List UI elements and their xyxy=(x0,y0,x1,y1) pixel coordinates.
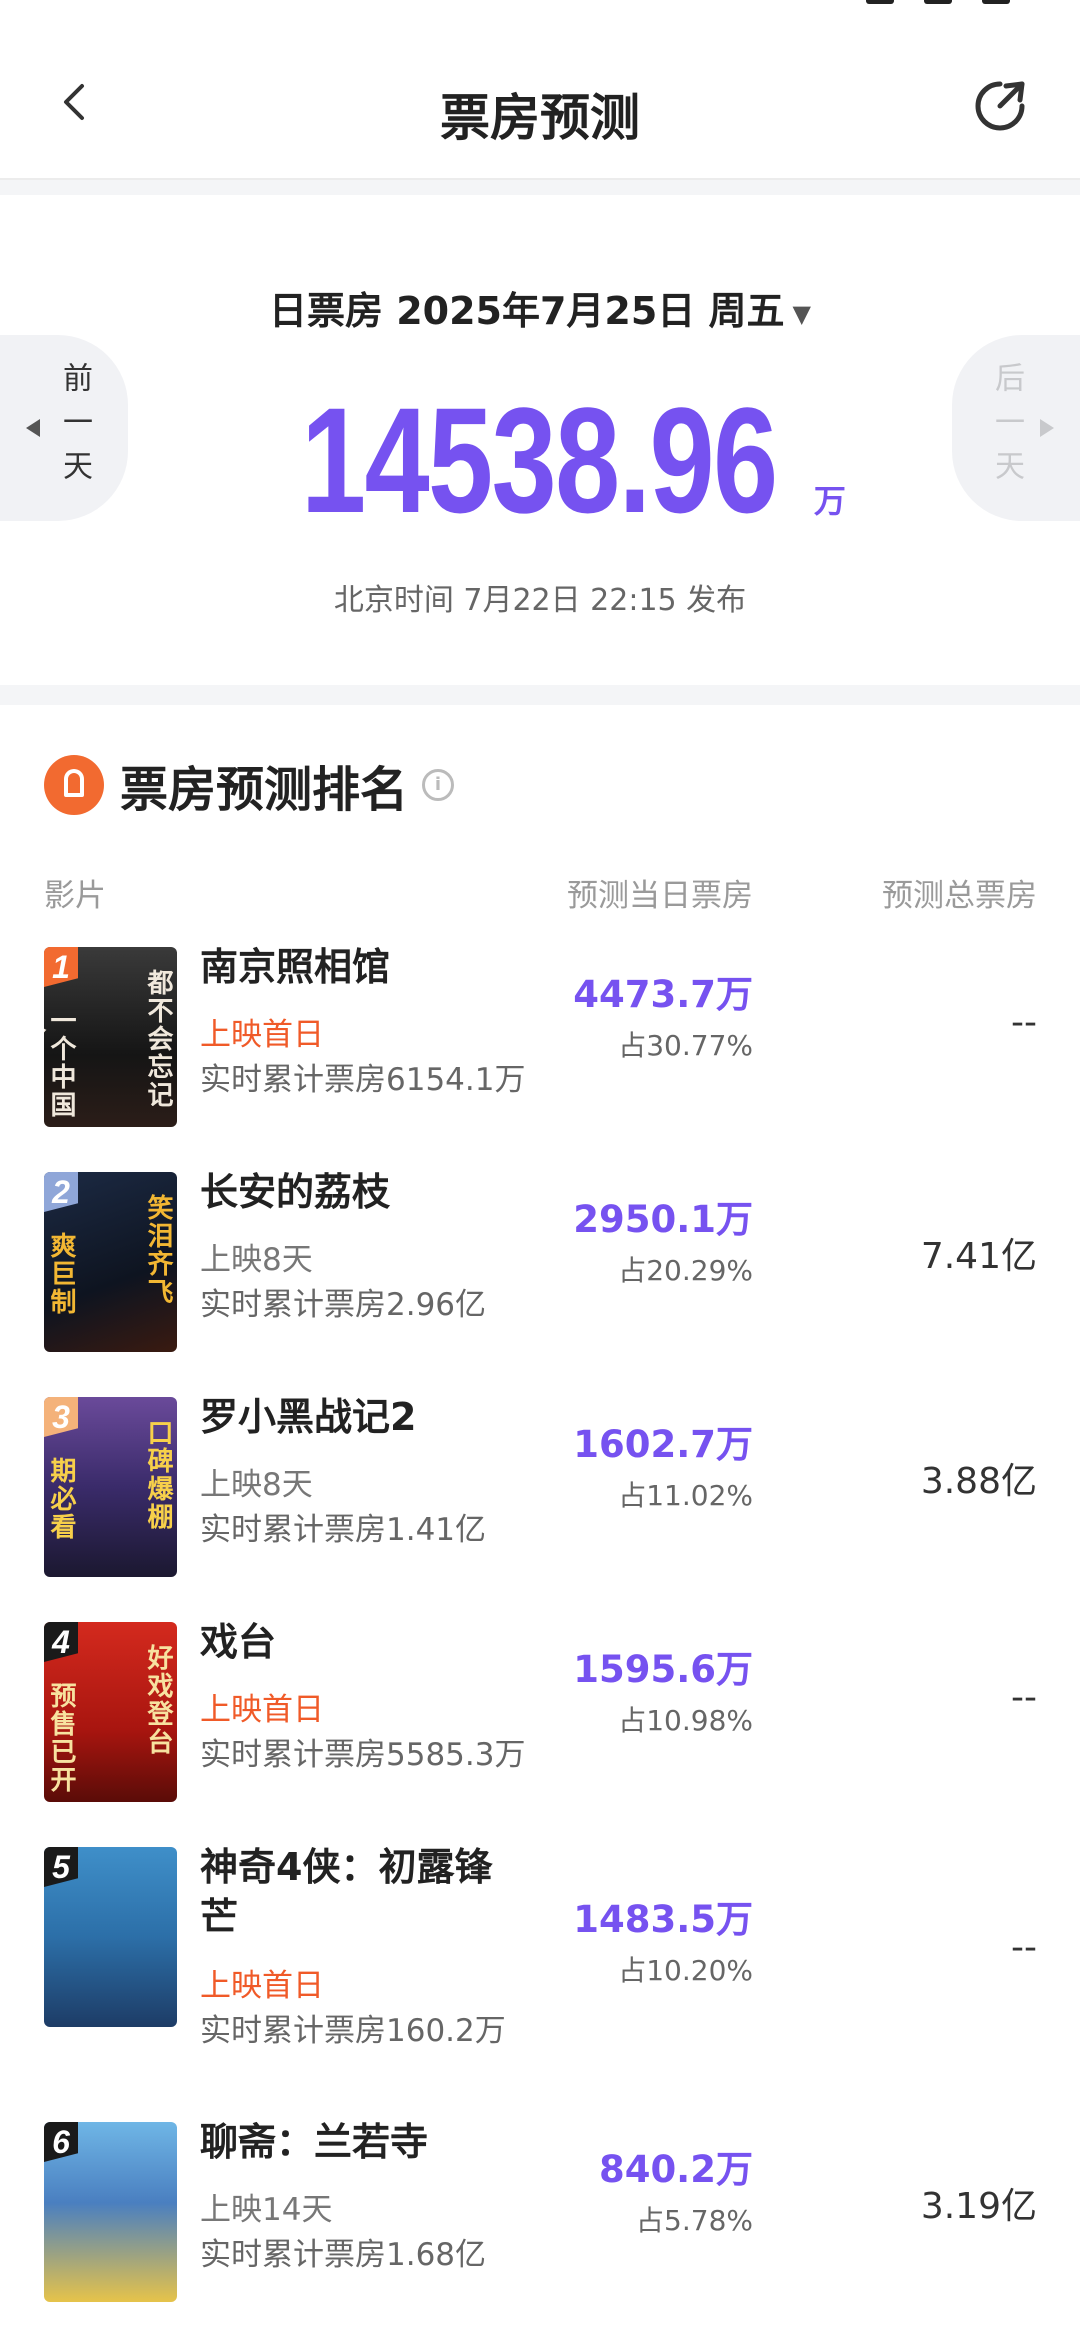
movie-name: 南京照相馆 xyxy=(200,945,391,989)
info-icon[interactable]: i xyxy=(422,769,455,801)
ranking-title: 票房预测排名 xyxy=(120,762,409,818)
movie-poster: 4 好戏登台 预售已开 xyxy=(44,1622,177,1802)
movie-name: 罗小黑战记2 xyxy=(200,1395,417,1439)
market-share: 占5.78% xyxy=(636,2204,753,2237)
poster-caption-left: 一个中国人 xyxy=(44,1007,76,1119)
poster-caption: 口碑爆棚 xyxy=(143,1419,173,1531)
poster-caption-left: 爽巨制 xyxy=(46,1232,76,1316)
predicted-daily: 840.2万 xyxy=(598,2148,753,2191)
movie-poster: 3 口碑爆棚 期必看 xyxy=(44,1397,177,1577)
cumulative-box-office: 实时累计票房160.2万 xyxy=(200,2013,506,2049)
col-header-film: 影片 xyxy=(44,878,106,914)
ranking-header: 票房预测排名 i xyxy=(44,750,455,820)
cumulative-box-office: 实时累计票房5585.3万 xyxy=(200,1737,526,1773)
poster-caption-left: 预售已开 xyxy=(46,1682,76,1794)
movie-poster: 1 都不会忘记 一个中国人 xyxy=(44,947,177,1127)
release-days: 上映首日 xyxy=(200,1968,324,2004)
predicted-total-box-office: 3.19亿 xyxy=(920,2186,1037,2227)
cumulative-box-office: 实时累计票房2.96亿 xyxy=(200,1287,487,1323)
predicted-total: 14538.96 万 xyxy=(0,376,1080,544)
daily-summary-card: 日票房 2025年7月25日 周五 ▼ 前一天 后一天 14538.96 万 北京时… xyxy=(0,195,1080,685)
predicted-total-box-office: -- xyxy=(1011,1677,1037,1718)
predicted-daily: 2950.1万 xyxy=(573,1198,753,1241)
release-days: 上映8天 xyxy=(200,1242,313,1278)
predicted-daily: 1602.7万 xyxy=(573,1423,753,1466)
poster-caption-left: 期必看 xyxy=(46,1457,76,1541)
total-value: 14538.96 xyxy=(301,376,778,544)
rank-badge: 2 xyxy=(44,1172,78,1212)
date-selector[interactable]: 日票房 2025年7月25日 周五 ▼ xyxy=(0,280,1080,335)
poster-caption: 都不会忘记 xyxy=(143,969,173,1109)
release-days: 上映14天 xyxy=(200,2192,333,2228)
movie-poster: 5 xyxy=(44,1847,177,2027)
col-header-total[interactable]: 预测总票房 xyxy=(882,870,1037,915)
caret-down-icon: ▼ xyxy=(792,299,811,328)
rank-badge: 1 xyxy=(44,947,78,987)
market-share: 占30.77% xyxy=(618,1029,753,1062)
market-share: 占11.02% xyxy=(618,1479,753,1512)
movie-name: 戏台 xyxy=(200,1620,277,1664)
status-icons xyxy=(866,0,1010,4)
predicted-daily: 1483.5万 xyxy=(573,1898,753,1941)
lighthouse-logo-icon xyxy=(44,755,104,815)
movie-poster: 2 笑泪齐飞 爽巨制 xyxy=(44,1172,177,1352)
battery-icon xyxy=(982,0,1010,4)
ranking-section: 票房预测排名 i 影片 预测当日票房 预测总票房 1 都不会忘记 一个中国人 南… xyxy=(0,705,1080,2337)
movie-name: 神奇4侠：初露锋芒 xyxy=(200,1845,493,1939)
market-share: 占10.20% xyxy=(618,1954,753,1987)
predicted-total-box-office: -- xyxy=(1011,1002,1037,1043)
cumulative-box-office: 实时累计票房1.41亿 xyxy=(200,1512,487,1548)
cumulative-box-office: 实时累计票房1.68亿 xyxy=(200,2237,487,2273)
rank-badge: 5 xyxy=(44,1847,78,1887)
wifi-icon xyxy=(924,0,952,4)
market-share: 占20.29% xyxy=(618,1254,753,1287)
signal-icon xyxy=(866,0,894,4)
release-days: 上映首日 xyxy=(200,1017,324,1053)
predicted-total-box-office: 7.41亿 xyxy=(920,1236,1037,1277)
release-days: 上映首日 xyxy=(200,1692,324,1728)
rank-badge: 6 xyxy=(44,2122,78,2162)
movie-name: 长安的荔枝 xyxy=(200,1170,391,1214)
poster-caption: 好戏登台 xyxy=(143,1644,173,1756)
release-days: 上映8天 xyxy=(200,1467,313,1503)
rank-badge: 3 xyxy=(44,1397,78,1437)
share-arrow-icon[interactable] xyxy=(972,78,1028,134)
publish-time: 北京时间 7月22日 22:15 发布 xyxy=(333,583,747,618)
predicted-total-box-office: 3.88亿 xyxy=(920,1461,1037,1502)
cumulative-box-office: 实时累计票房6154.1万 xyxy=(200,1062,526,1098)
status-bar xyxy=(0,0,1080,20)
market-share: 占10.98% xyxy=(618,1704,753,1737)
col-header-daily[interactable]: 预测当日票房 xyxy=(567,870,753,915)
movie-poster: 6 xyxy=(44,2122,177,2302)
page-title: 票房预测 xyxy=(440,89,640,147)
predicted-daily: 4473.7万 xyxy=(573,973,753,1016)
total-unit: 万 xyxy=(813,482,846,520)
predicted-daily: 1595.6万 xyxy=(573,1648,753,1691)
predicted-total-box-office: -- xyxy=(1011,1927,1037,1968)
rank-badge: 4 xyxy=(44,1622,78,1662)
date-label: 日票房 2025年7月25日 周五 xyxy=(268,289,785,333)
nav-bar: 票房预测 xyxy=(0,20,1080,180)
movie-name: 聊斋：兰若寺 xyxy=(200,2120,429,2164)
poster-caption: 笑泪齐飞 xyxy=(143,1194,173,1306)
